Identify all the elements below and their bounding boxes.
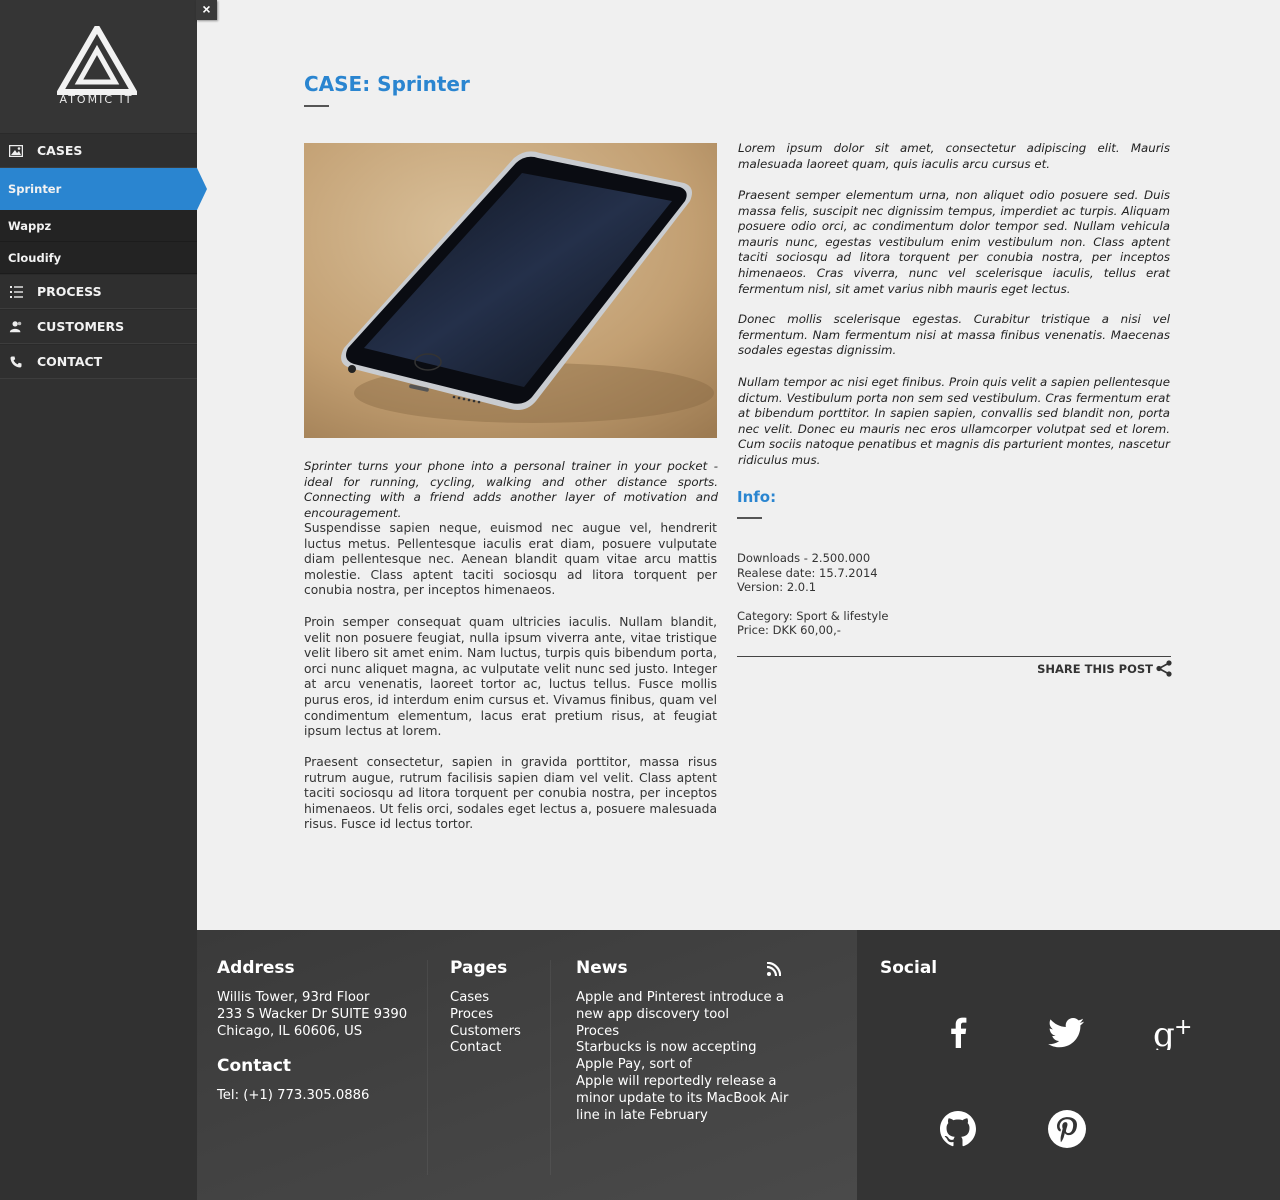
rss-icon[interactable]	[754, 949, 794, 989]
footer-address-heading: Address	[217, 958, 295, 978]
phone-icon	[9, 355, 23, 369]
footer-social-heading: Social	[880, 958, 938, 978]
footer-divider	[427, 960, 428, 1175]
case-intro: Sprinter turns your phone into a persona…	[304, 459, 718, 520]
google-plus-icon[interactable]: g +	[1152, 1012, 1192, 1052]
address-line: Willis Tower, 93rd Floor	[217, 990, 370, 1005]
address-line: 233 S Wacker Dr SUITE 9390	[217, 1006, 408, 1022]
share-label: SHARE THIS POST	[1037, 661, 1153, 676]
info-category: Category: Sport & lifestyle	[737, 609, 889, 623]
footer-link-cases[interactable]: Cases	[450, 990, 521, 1007]
footer-contact-heading: Contact	[217, 1056, 292, 1076]
close-sidebar-button[interactable]: ×	[196, 0, 217, 20]
page-title: CASE: Sprinter	[304, 72, 470, 96]
image-icon	[9, 144, 23, 158]
twitter-icon[interactable]	[1046, 1013, 1086, 1053]
footer-news-heading: News	[576, 958, 628, 978]
nav-case-wappz[interactable]: Wappz	[0, 210, 197, 242]
logo[interactable]: ATOMIC IT	[0, 0, 197, 133]
svg-text:+: +	[1174, 1015, 1192, 1040]
info-version: Version: 2.0.1	[737, 580, 817, 594]
case-body-paragraph: Praesent consectetur, sapien in gravida …	[304, 755, 717, 832]
footer-divider	[550, 960, 551, 1175]
case-body-paragraph: Proin semper consequat quam ultricies ia…	[304, 615, 717, 739]
info-release-date: Realese date: 15.7.2014	[737, 566, 878, 580]
pinterest-icon[interactable]	[1047, 1109, 1087, 1149]
footer-link-customers[interactable]: Customers	[450, 1024, 521, 1041]
case-description-paragraph: Nullam tempor ac nisi eget finibus. Proi…	[738, 375, 1170, 467]
news-item[interactable]: Apple will reportedly release a minor up…	[576, 1074, 791, 1124]
case-body-paragraph: Suspendisse sapien neque, euismod nec au…	[304, 521, 717, 598]
svg-text:g: g	[1153, 1015, 1175, 1050]
footer-phone[interactable]: Tel: (+1) 773.305.0886	[217, 1088, 369, 1105]
sidebar: ATOMIC IT CASES Sprinter Wappz Cloudify …	[0, 0, 207, 1200]
footer-link-proces[interactable]: Proces	[450, 1007, 521, 1024]
share-post-button[interactable]: SHARE THIS POST	[1037, 660, 1172, 677]
news-item[interactable]: Apple and Pinterest introduce a new app …	[576, 990, 791, 1024]
facebook-icon[interactable]	[938, 1012, 978, 1052]
atomic-logo-icon	[57, 26, 137, 95]
info-underline	[737, 517, 762, 519]
nav-process[interactable]: PROCESS	[0, 274, 197, 309]
nav-contact-label: CONTACT	[37, 354, 103, 369]
nav-cases[interactable]: CASES	[0, 133, 197, 168]
news-item[interactable]: Proces	[576, 1024, 791, 1041]
footer-address: Willis Tower, 93rd Floor 233 S Wacker Dr…	[217, 990, 407, 1040]
info-price: Price: DKK 60,00,-	[737, 623, 841, 637]
nav-cases-label: CASES	[37, 143, 83, 158]
case-description-paragraph: Praesent semper elementum urna, non aliq…	[738, 188, 1170, 296]
news-item[interactable]: Starbucks is now accepting Apple Pay, so…	[576, 1040, 791, 1074]
nav-contact[interactable]: CONTACT	[0, 344, 197, 379]
nav-customers-label: CUSTOMERS	[37, 319, 125, 334]
nav-case-sprinter-label: Sprinter	[8, 182, 62, 196]
address-line: Chicago, IL 60606, US	[217, 1023, 363, 1039]
logo-text: ATOMIC IT	[59, 93, 134, 106]
footer-pages-heading: Pages	[450, 958, 508, 978]
footer-link-contact[interactable]: Contact	[450, 1040, 521, 1057]
nav-case-wappz-label: Wappz	[8, 218, 52, 233]
github-icon[interactable]	[938, 1109, 978, 1149]
case-description-paragraph: Lorem ipsum dolor sit amet, consectetur …	[738, 141, 1170, 171]
nav-process-label: PROCESS	[37, 284, 102, 299]
footer-pages-list: Cases Proces Customers Contact	[450, 990, 521, 1057]
list-icon	[9, 285, 23, 299]
share-divider	[737, 656, 1171, 657]
info-downloads: Downloads - 2.500.000	[737, 551, 871, 565]
nav-case-cloudify-label: Cloudify	[8, 250, 62, 265]
case-description-paragraph: Donec mollis scelerisque egestas. Curabi…	[738, 312, 1170, 358]
users-icon	[9, 320, 23, 334]
nav-customers[interactable]: CUSTOMERS	[0, 309, 197, 344]
nav-case-cloudify[interactable]: Cloudify	[0, 242, 197, 274]
share-icon	[1156, 660, 1172, 677]
title-underline	[304, 105, 329, 107]
nav-case-sprinter[interactable]: Sprinter	[0, 168, 207, 210]
footer-news-list: Apple and Pinterest introduce a new app …	[576, 990, 791, 1124]
case-hero-image	[304, 143, 717, 438]
info-heading: Info:	[737, 488, 777, 506]
